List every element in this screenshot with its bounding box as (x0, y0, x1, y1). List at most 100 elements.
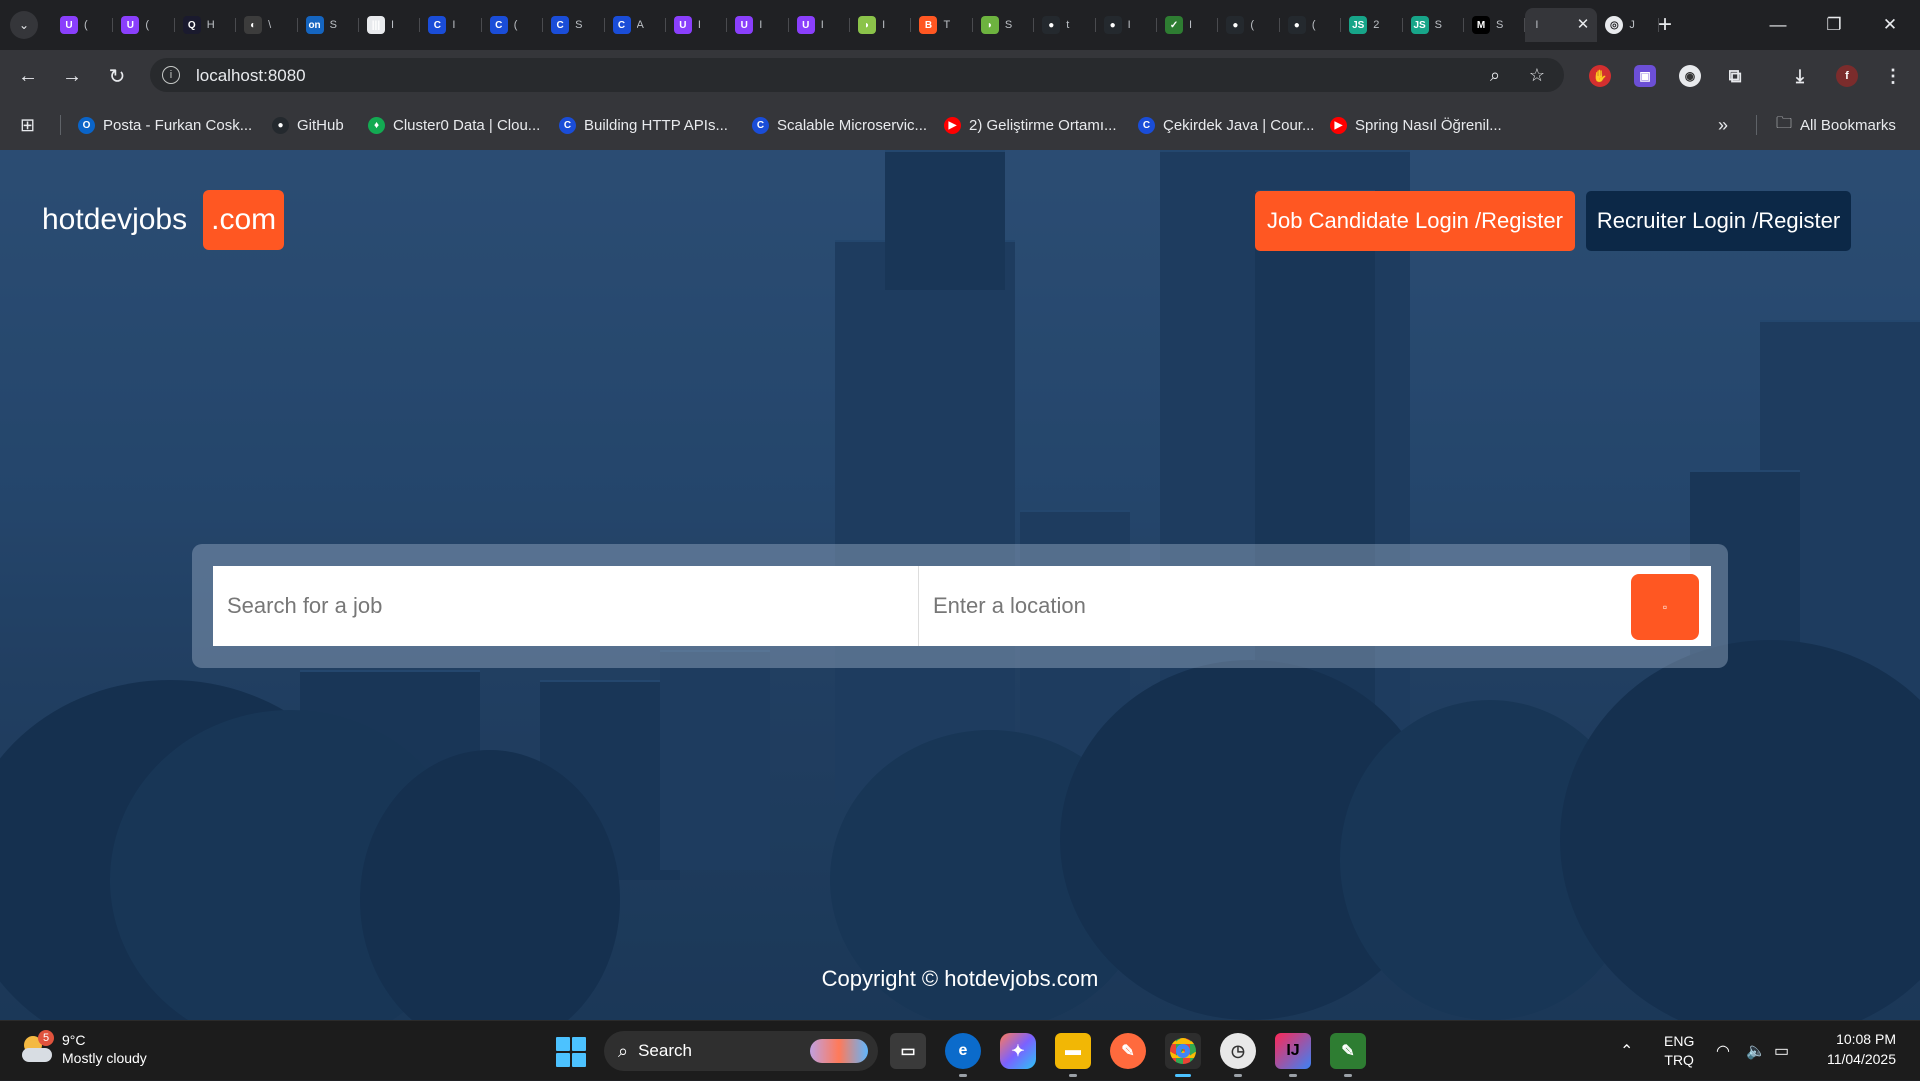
clock-app-icon[interactable]: ◷ (1220, 1033, 1256, 1077)
bookmark-item[interactable]: C Building HTTP APIs... (559, 114, 728, 136)
tab-title: ( (1311, 19, 1316, 31)
browser-tab[interactable]: UI (666, 8, 728, 42)
file-explorer-icon[interactable]: ▬ (1055, 1033, 1091, 1077)
apps-grid-icon[interactable]: ⊞ (20, 114, 35, 136)
close-tab-icon[interactable]: ✕ (1577, 15, 1590, 33)
postman-icon[interactable]: ✎ (1110, 1033, 1146, 1069)
bookmark-item[interactable]: C Çekirdek Java | Cour... (1138, 114, 1314, 136)
recruiter-login-button[interactable]: Recruiter Login /Register (1586, 191, 1851, 251)
bookmark-item[interactable]: ▶ Spring Nasıl Öğrenil... (1330, 114, 1502, 136)
browser-tab[interactable]: ● t (1034, 8, 1097, 42)
tab-search-button[interactable]: ⌄ (10, 11, 38, 39)
browser-toolbar: ← → ↻ i localhost:8080 ⌕ ☆ ✋ ▣ ◉ ⧉ ⤓ f ⋮ (0, 50, 1920, 100)
more-bookmarks-chevron-icon[interactable]: » (1718, 114, 1728, 136)
browser-tab[interactable]: BT (911, 8, 974, 42)
tab-favicon-icon: C (551, 16, 570, 34)
tab-title: S (329, 19, 337, 31)
profile-avatar[interactable]: f (1836, 65, 1858, 87)
windows-start-icon[interactable] (556, 1037, 586, 1067)
url-text: localhost:8080 (196, 66, 306, 85)
volume-icon[interactable]: 🔈 (1746, 1021, 1766, 1081)
bookmark-item[interactable]: ♦ Cluster0 Data | Clou... (368, 114, 540, 136)
active-browser-tab[interactable]: I ✕ (1525, 8, 1598, 42)
browser-tab[interactable]: CI (420, 8, 483, 42)
extension-circle-icon[interactable]: ◉ (1679, 65, 1701, 87)
bookmark-item[interactable]: ● GitHub (272, 114, 344, 136)
browser-tab[interactable]: CA (605, 8, 667, 42)
new-tab-button[interactable]: + (1650, 8, 1680, 42)
bookmark-item[interactable]: C Scalable Microservic... (752, 114, 927, 136)
bookmark-item[interactable]: O Posta - Furkan Cosk... (78, 114, 252, 136)
weather-widget[interactable]: 5 9°C Mostly cloudy (20, 1030, 147, 1067)
browser-tab[interactable]: ◐ \ (236, 8, 298, 42)
job-search-input[interactable]: Search for a job (213, 566, 918, 646)
browser-tab[interactable]: ◗ I (850, 8, 912, 42)
browser-tab[interactable]: U( (52, 8, 114, 42)
tab-title: \ (268, 19, 272, 31)
search-submit-button[interactable]: ▫ (1631, 574, 1699, 640)
browser-tab[interactable]: ●( (1280, 8, 1342, 42)
browser-tab[interactable]: CS (543, 8, 605, 42)
extensions-puzzle-icon[interactable]: ⧉ (1724, 65, 1746, 87)
browser-tab[interactable]: UI (789, 8, 851, 42)
browser-tab[interactable]: ||| I (359, 8, 421, 42)
restore-button[interactable]: ❐ (1806, 0, 1862, 50)
reload-button[interactable]: ↻ (101, 60, 133, 92)
browser-menu-icon[interactable]: ⋮ (1882, 65, 1904, 87)
browser-tab[interactable]: ◗ S (973, 8, 1035, 42)
close-window-button[interactable]: ✕ (1862, 0, 1918, 50)
tab-title: I (882, 19, 886, 31)
browser-tab[interactable]: ✓ I (1157, 8, 1219, 42)
browser-tab[interactable]: MS (1464, 8, 1526, 42)
site-info-icon[interactable]: i (162, 66, 180, 84)
browser-tab[interactable]: on S (298, 8, 360, 42)
job-candidate-login-button[interactable]: Job Candidate Login /Register (1255, 191, 1575, 251)
tab-title: I (1189, 19, 1193, 31)
extension-twitch-icon[interactable]: ▣ (1634, 65, 1656, 87)
all-bookmarks-button[interactable]: 🗀 All Bookmarks (1776, 114, 1896, 136)
battery-icon[interactable]: ▭ (1774, 1021, 1789, 1081)
tab-title: I (697, 19, 701, 31)
back-button[interactable]: ← (12, 60, 44, 92)
copilot-icon[interactable]: ✦ (1000, 1033, 1036, 1069)
browser-tab[interactable]: JS 2 (1341, 8, 1403, 42)
taskbar-search[interactable]: ⌕ Search (604, 1031, 878, 1071)
tab-title: T (943, 19, 951, 31)
browser-tab[interactable]: QH (175, 8, 237, 42)
wifi-icon[interactable]: ◠ (1716, 1021, 1730, 1081)
chrome-icon[interactable] (1165, 1033, 1201, 1077)
forward-button[interactable]: → (56, 60, 88, 92)
bookmark-item[interactable]: ▶ 2) Geliştirme Ortamı... (944, 114, 1117, 136)
browser-tab[interactable]: C( (482, 8, 544, 42)
tab-favicon-icon: ● (1103, 16, 1122, 34)
minimize-button[interactable]: — (1750, 0, 1806, 50)
language-indicator[interactable]: ENG TRQ (1664, 1021, 1694, 1081)
edge-icon[interactable]: e (945, 1033, 981, 1077)
browser-tab[interactable]: JS S (1403, 8, 1465, 42)
bookmark-favicon-icon: O (78, 116, 95, 134)
language-primary: ENG (1664, 1033, 1695, 1049)
bookmark-star-icon[interactable]: ☆ (1526, 64, 1548, 86)
intellij-icon[interactable]: IJ (1275, 1033, 1311, 1077)
extension-stop-icon[interactable]: ✋ (1589, 65, 1611, 87)
site-logo[interactable]: hotdevjobs .com (42, 190, 285, 250)
bookmark-label: Building HTTP APIs... (584, 116, 728, 134)
zoom-icon[interactable]: ⌕ (1484, 64, 1506, 86)
notepad-icon[interactable]: ✎ (1330, 1033, 1366, 1077)
active-tab-title: I (1535, 19, 1539, 31)
tab-favicon-icon: ✓ (1165, 16, 1184, 34)
browser-tab[interactable]: U( (113, 8, 176, 42)
browser-tab[interactable]: UI (727, 8, 790, 42)
bookmarks-bar: ⊞ O Posta - Furkan Cosk... ● GitHub ♦ Cluster… (0, 100, 1920, 150)
tab-title: S (1434, 19, 1442, 31)
task-view-icon[interactable]: ▭ (890, 1033, 926, 1069)
tab-title: ( (145, 19, 150, 31)
browser-tab[interactable]: ● I (1096, 8, 1158, 42)
tray-overflow-icon[interactable]: ⌃ (1620, 1021, 1633, 1081)
bookmark-label: GitHub (297, 116, 344, 134)
address-bar[interactable]: i localhost:8080 ⌕ ☆ (150, 58, 1564, 92)
browser-tab[interactable]: ●( (1218, 8, 1281, 42)
location-input[interactable]: Enter a location (918, 566, 1711, 646)
system-clock[interactable]: 10:08 PM 11/04/2025 (1812, 1029, 1896, 1069)
download-icon[interactable]: ⤓ (1789, 65, 1811, 87)
